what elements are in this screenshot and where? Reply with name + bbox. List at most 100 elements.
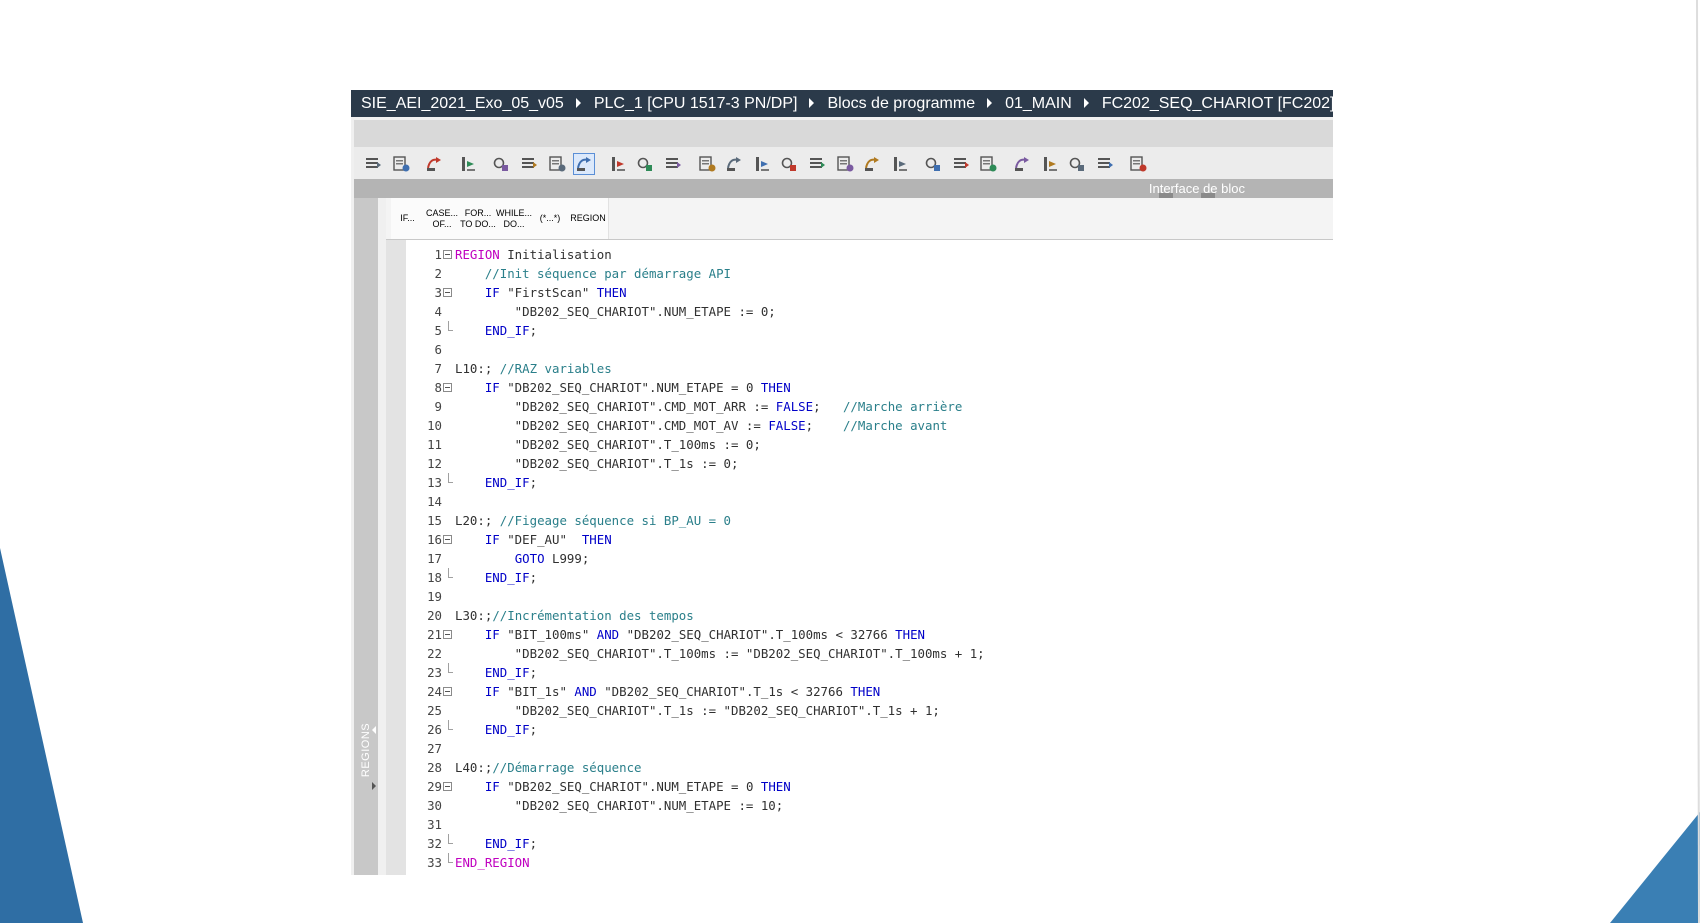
- panel-splitter[interactable]: [378, 198, 386, 875]
- breadcrumb-separator-icon: [809, 97, 815, 108]
- code-line[interactable]: 22 "DB202_SEQ_CHARIOT".T_100ms := "DB202…: [386, 644, 1333, 663]
- snippet-while-button[interactable]: WHILE... DO...: [496, 198, 533, 239]
- call-structure-icon[interactable]: [518, 153, 540, 175]
- line-number: 16: [427, 532, 442, 547]
- breadcrumb-separator-icon: [987, 97, 993, 108]
- code-line[interactable]: 18 END_IF;: [386, 568, 1333, 587]
- line-number: 17: [427, 551, 442, 566]
- snippet-if-button[interactable]: IF...: [391, 198, 425, 239]
- glasses-off-icon[interactable]: [1094, 153, 1116, 175]
- code-line[interactable]: 28 L40:;//Démarrage séquence: [386, 758, 1333, 777]
- favorites-icon[interactable]: [573, 153, 596, 175]
- code-line[interactable]: 33 END_REGION: [386, 853, 1333, 872]
- code-text: IF "FirstScan" THEN: [484, 285, 627, 300]
- block-interface-bar[interactable]: Interface de bloc: [354, 179, 1333, 198]
- comment-lines-icon[interactable]: [723, 153, 745, 175]
- line-number: 12: [427, 456, 442, 471]
- jump-icon[interactable]: [662, 153, 684, 175]
- fold-toggle-icon[interactable]: [443, 782, 452, 791]
- code-text: //Init séquence par démarrage API: [484, 266, 732, 281]
- fold-toggle-icon[interactable]: [443, 288, 452, 297]
- code-line[interactable]: 4 "DB202_SEQ_CHARIOT".NUM_ETAPE := 0;: [386, 302, 1333, 321]
- bookmark-icon[interactable]: [696, 153, 718, 175]
- code-line[interactable]: 5 END_IF;: [386, 321, 1333, 340]
- refresh-all-icon[interactable]: [1011, 153, 1033, 175]
- scl-code-editor[interactable]: IF... CASE... OF... FOR... TO DO... WHILE... D…: [386, 198, 1333, 875]
- code-line[interactable]: 14: [386, 492, 1333, 511]
- line-number: 22: [427, 646, 442, 661]
- snippet-label: OF...: [432, 218, 452, 229]
- line-number: 9: [434, 399, 442, 414]
- breadcrumb-item[interactable]: PLC_1 [CPU 1517-3 PN/DP]: [594, 90, 798, 117]
- code-line[interactable]: 10 "DB202_SEQ_CHARIOT".CMD_MOT_AV := FAL…: [386, 416, 1333, 435]
- breadcrumb-item[interactable]: Blocs de programme: [827, 90, 975, 117]
- code-line[interactable]: 16 IF "DEF_AU" THEN: [386, 530, 1333, 549]
- code-line[interactable]: 6: [386, 340, 1333, 359]
- code-text: IF "DEF_AU" THEN: [484, 532, 612, 547]
- breadcrumb-item[interactable]: 01_MAIN: [1005, 90, 1072, 117]
- next-bookmark-icon[interactable]: [950, 153, 972, 175]
- fold-toggle-icon[interactable]: [443, 630, 452, 639]
- list-icon[interactable]: [490, 153, 512, 175]
- line-number: 33: [427, 855, 442, 870]
- clear-error-icon[interactable]: [634, 153, 656, 175]
- code-line[interactable]: 2 //Init séquence par démarrage API: [386, 264, 1333, 283]
- snippet-case-button[interactable]: CASE... OF...: [424, 198, 461, 239]
- code-line[interactable]: 19: [386, 587, 1333, 606]
- breadcrumb-item[interactable]: SIE_AEI_2021_Exo_05_v05: [361, 90, 564, 117]
- decrease-indent-icon[interactable]: [834, 153, 856, 175]
- database-icon[interactable]: [1127, 153, 1149, 175]
- code-text: L40:;//Démarrage séquence: [455, 760, 642, 775]
- code-line[interactable]: 30 "DB202_SEQ_CHARIOT".NUM_ETAPE := 10;: [386, 796, 1333, 815]
- code-line[interactable]: 11 "DB202_SEQ_CHARIOT".T_100ms := 0;: [386, 435, 1333, 454]
- indent-icon[interactable]: [362, 153, 384, 175]
- fold-toggle-icon[interactable]: [443, 250, 452, 259]
- compile-download-icon[interactable]: [546, 153, 568, 175]
- regions-panel[interactable]: REGIONS: [354, 198, 378, 875]
- go-back-icon[interactable]: [778, 153, 800, 175]
- collapse-icon[interactable]: [922, 153, 944, 175]
- code-line[interactable]: 31: [386, 815, 1333, 834]
- monitoring-icon[interactable]: [1039, 153, 1061, 175]
- code-line[interactable]: 9 "DB202_SEQ_CHARIOT".CMD_MOT_ARR := FAL…: [386, 397, 1333, 416]
- code-line[interactable]: 17 GOTO L999;: [386, 549, 1333, 568]
- align-icon[interactable]: [861, 153, 883, 175]
- breadcrumb: SIE_AEI_2021_Exo_05_v05 PLC_1 [CPU 1517-3…: [351, 90, 1333, 117]
- panel-collapse-left-icon[interactable]: [372, 726, 376, 734]
- code-line[interactable]: 7 L10:; //RAZ variables: [386, 359, 1333, 378]
- code-line[interactable]: 32 END_IF;: [386, 834, 1333, 853]
- panel-expand-right-icon[interactable]: [372, 782, 376, 790]
- code-line[interactable]: 20 L30:;//Incrémentation des tempos: [386, 606, 1333, 625]
- code-line[interactable]: 15 L20:; //Figeage séquence si BP_AU = 0: [386, 511, 1333, 530]
- breadcrumb-item[interactable]: FC202_SEQ_CHARIOT [FC202]: [1102, 90, 1333, 117]
- code-line[interactable]: 26 END_IF;: [386, 720, 1333, 739]
- goto-error-icon[interactable]: [607, 153, 629, 175]
- code-line[interactable]: 13 END_IF;: [386, 473, 1333, 492]
- code-line[interactable]: 25 "DB202_SEQ_CHARIOT".T_1s := "DB202_SE…: [386, 701, 1333, 720]
- code-line[interactable]: 23 END_IF;: [386, 663, 1333, 682]
- snippet-region-button[interactable]: REGION: [568, 198, 609, 239]
- expand-icon[interactable]: [889, 153, 911, 175]
- code-line[interactable]: 21 IF "BIT_100ms" AND "DB202_SEQ_CHARIOT…: [386, 625, 1333, 644]
- fold-toggle-icon[interactable]: [443, 687, 452, 696]
- code-line[interactable]: 29 IF "DB202_SEQ_CHARIOT".NUM_ETAPE = 0 …: [386, 777, 1333, 796]
- code-line[interactable]: 12 "DB202_SEQ_CHARIOT".T_1s := 0;: [386, 454, 1333, 473]
- code-text: "DB202_SEQ_CHARIOT".T_100ms := "DB202_SE…: [455, 646, 985, 661]
- glasses-on-icon[interactable]: [1066, 153, 1088, 175]
- code-line[interactable]: 3 IF "FirstScan" THEN: [386, 283, 1333, 302]
- code-line[interactable]: 8 IF "DB202_SEQ_CHARIOT".NUM_ETAPE = 0 T…: [386, 378, 1333, 397]
- refresh-icon[interactable]: [977, 153, 999, 175]
- snippet-for-button[interactable]: FOR... TO DO...: [460, 198, 497, 239]
- snippet-comment-button[interactable]: (*...*): [532, 198, 569, 239]
- code-line[interactable]: 27: [386, 739, 1333, 758]
- check-icon[interactable]: [751, 153, 773, 175]
- code-line[interactable]: 1 REGION Initialisation: [386, 245, 1333, 264]
- increase-indent-icon[interactable]: [806, 153, 828, 175]
- fold-toggle-icon[interactable]: [443, 535, 452, 544]
- monitor-icon[interactable]: [457, 153, 479, 175]
- fold-toggle-icon[interactable]: [443, 383, 452, 392]
- outdent-icon[interactable]: [390, 153, 412, 175]
- code-text: END_IF;: [484, 665, 538, 680]
- code-line[interactable]: 24 IF "BIT_1s" AND "DB202_SEQ_CHARIOT".T…: [386, 682, 1333, 701]
- download-icon[interactable]: [423, 153, 445, 175]
